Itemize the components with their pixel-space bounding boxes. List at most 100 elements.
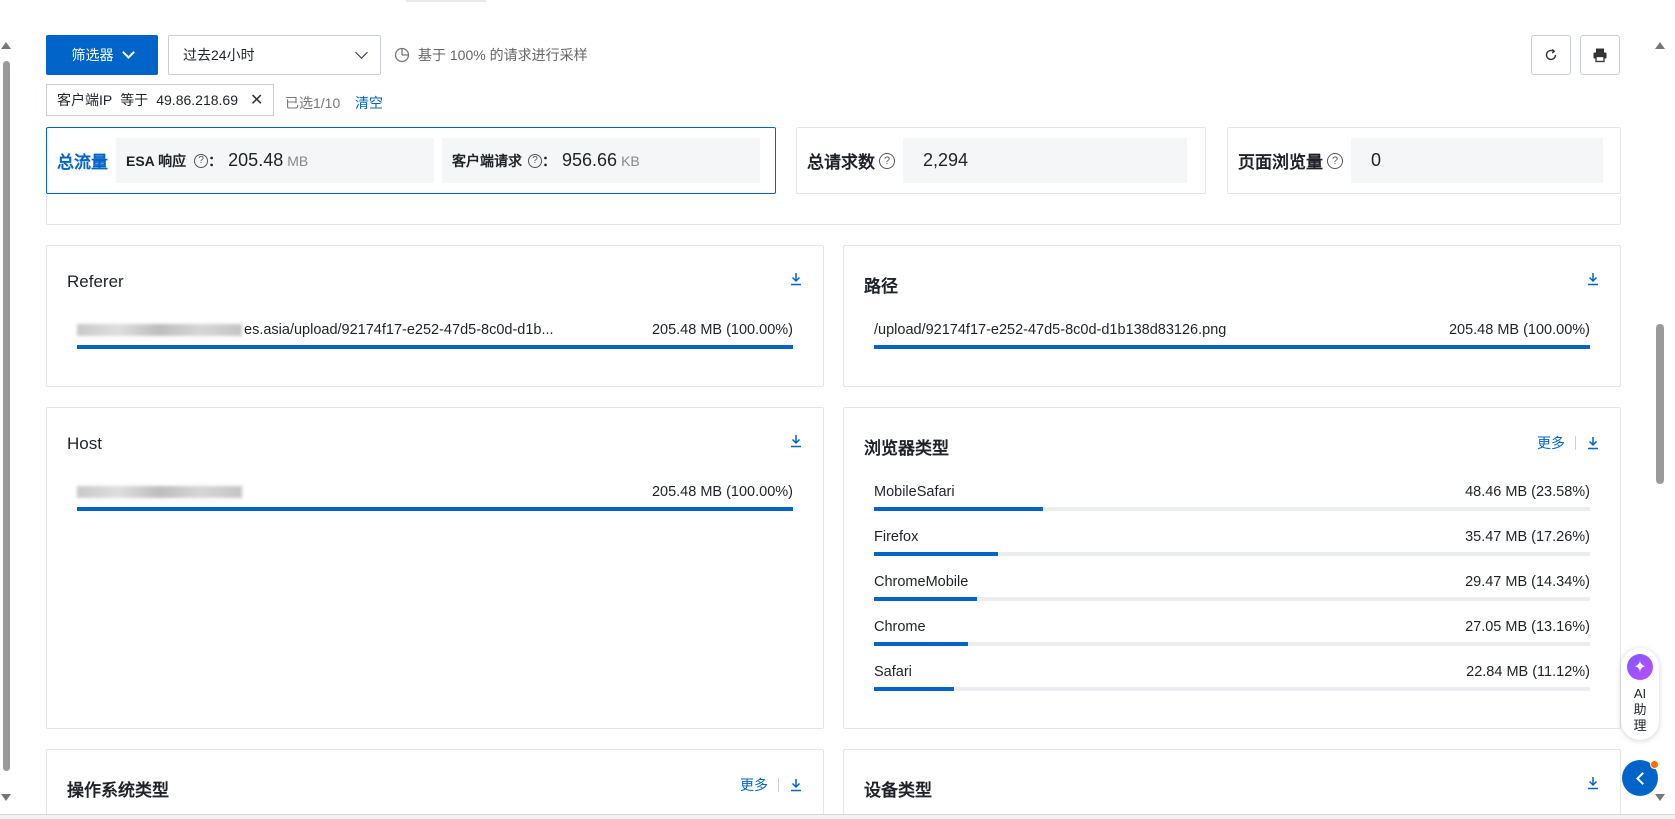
redacted-text xyxy=(77,324,242,337)
download-icon[interactable] xyxy=(1586,271,1600,287)
list-item-value: 205.48 MB (100.00%) xyxy=(651,484,793,500)
progress-fill xyxy=(874,345,1590,349)
list-item[interactable]: 205.48 MB (100.00%) xyxy=(77,484,793,518)
total-traffic-title: 总流量 xyxy=(57,153,108,172)
os-type-panel: 操作系统类型 更多 xyxy=(46,749,824,819)
progress-track xyxy=(874,687,1590,691)
redacted-text xyxy=(77,486,242,499)
download-icon[interactable] xyxy=(1586,775,1600,791)
more-link[interactable]: 更多 xyxy=(740,775,768,795)
list-item-name: Firefox xyxy=(874,529,919,545)
device-type-panel: 设备类型 xyxy=(843,749,1621,819)
filter-field: 客户端IP xyxy=(57,92,113,108)
notification-dot xyxy=(1650,760,1659,769)
progress-track xyxy=(874,345,1590,349)
list-item[interactable]: Chrome 27.05 MB (13.16%) xyxy=(874,619,1590,653)
path-panel: 路径 /upload/92174f17-e252-47d5-8c0d-d1b13… xyxy=(843,245,1621,387)
close-icon[interactable]: ✕ xyxy=(250,90,263,110)
list-item[interactable]: Safari 22.84 MB (11.12%) xyxy=(874,664,1590,698)
browser-type-panel: 浏览器类型 更多 MobileSafari 48.46 MB (23.58%) … xyxy=(843,407,1621,729)
list-item[interactable]: MobileSafari 48.46 MB (23.58%) xyxy=(874,484,1590,518)
filter-value: 49.86.218.69 xyxy=(156,92,238,108)
panel-title: 浏览器类型 xyxy=(864,439,949,458)
progress-track xyxy=(874,597,1590,601)
scroll-down-arrow-icon[interactable] xyxy=(1,794,11,801)
left-scrollbar[interactable] xyxy=(0,36,12,806)
esa-response-value: 205.48 xyxy=(228,150,284,170)
ai-assistant-label: AI助理 xyxy=(1633,686,1647,733)
list-item-name: Safari xyxy=(874,664,912,680)
sparkle-icon: ✦ xyxy=(1627,654,1653,680)
total-traffic-card[interactable]: 总流量 ESA 响应 ? ： 205.48 MB 客户端请求 ? ： 956.6… xyxy=(46,127,776,194)
panel-actions xyxy=(1586,775,1600,791)
progress-fill xyxy=(77,507,793,511)
page-views-box: 0 xyxy=(1351,138,1603,183)
scroll-down-arrow-icon[interactable] xyxy=(1655,794,1665,801)
scroll-up-arrow-icon[interactable] xyxy=(1,42,11,49)
list-item-value: 22.84 MB (11.12%) xyxy=(1466,664,1590,680)
esa-response-unit: MB xyxy=(287,152,309,169)
total-requests-value: 2,294 xyxy=(923,150,969,170)
download-icon[interactable] xyxy=(789,777,803,793)
sampling-note-text: 基于 100% 的请求进行采样 xyxy=(418,47,588,63)
help-icon[interactable]: ? xyxy=(528,153,542,168)
filter-button[interactable]: 筛选器 xyxy=(46,35,158,75)
total-requests-box: 2,294 xyxy=(903,138,1187,183)
list-item-name: /upload/92174f17-e252-47d5-8c0d-d1b138d8… xyxy=(874,322,1227,338)
time-range-value: 过去24小时 xyxy=(183,47,255,63)
more-link[interactable]: 更多 xyxy=(1537,433,1565,453)
help-icon[interactable]: ? xyxy=(879,152,895,169)
divider xyxy=(778,778,779,792)
refresh-button[interactable] xyxy=(1531,35,1571,75)
host-panel: Host 205.48 MB (100.00%) xyxy=(46,407,824,729)
progress-track xyxy=(874,552,1590,556)
panel-title: 路径 xyxy=(864,277,898,296)
list-item-name xyxy=(77,484,244,500)
print-button[interactable] xyxy=(1580,35,1620,75)
help-icon[interactable]: ? xyxy=(194,153,209,168)
page: 筛选器 过去24小时 基于 100% 的请求进行采样 客户端IP 等于 49.8… xyxy=(0,0,1675,819)
panel-actions: 更多 xyxy=(1537,433,1600,453)
bottom-edge xyxy=(0,814,1675,819)
right-scrollbar-thumb[interactable] xyxy=(1656,324,1664,484)
list-item[interactable]: /upload/92174f17-e252-47d5-8c0d-d1b138d8… xyxy=(874,322,1590,356)
colon: ： xyxy=(208,152,223,169)
list-item-name: ChromeMobile xyxy=(874,574,969,590)
progress-fill xyxy=(77,345,793,349)
total-requests-title: 总请求数 ? xyxy=(807,148,895,173)
list-item-name: Chrome xyxy=(874,619,926,635)
panel-title: Referer xyxy=(67,272,124,291)
panel-actions xyxy=(789,271,803,287)
time-range-select[interactable]: 过去24小时 xyxy=(168,35,381,75)
panel-title: 操作系统类型 xyxy=(67,781,169,800)
list-item-value: 35.47 MB (17.26%) xyxy=(1465,529,1590,545)
list-item-value: 29.47 MB (14.34%) xyxy=(1465,574,1590,590)
client-request-box: 客户端请求 ? ： 956.66 KB xyxy=(442,138,760,183)
list-item-name: es.asia/upload/92174f17-e252-47d5-8c0d-d… xyxy=(77,322,554,338)
total-requests-card[interactable]: 总请求数 ? 2,294 xyxy=(796,127,1206,194)
refresh-icon xyxy=(1545,48,1557,61)
help-icon[interactable]: ? xyxy=(1327,152,1343,169)
download-icon[interactable] xyxy=(789,271,803,287)
scroll-up-arrow-icon[interactable] xyxy=(1655,42,1665,49)
list-item-value: 205.48 MB (100.00%) xyxy=(651,322,793,338)
chevron-down-icon xyxy=(121,46,135,59)
list-item[interactable]: ChromeMobile 29.47 MB (14.34%) xyxy=(874,574,1590,608)
download-icon[interactable] xyxy=(789,433,803,449)
page-views-card[interactable]: 页面浏览量 ? 0 xyxy=(1227,127,1621,194)
chevron-down-icon xyxy=(355,46,368,59)
progress-track xyxy=(874,507,1590,511)
download-icon[interactable] xyxy=(1586,435,1600,451)
panel-actions xyxy=(1586,271,1600,287)
left-scrollbar-thumb[interactable] xyxy=(3,61,10,771)
sampling-note: 基于 100% 的请求进行采样 xyxy=(394,45,588,65)
list-item[interactable]: Firefox 35.47 MB (17.26%) xyxy=(874,529,1590,563)
progress-fill xyxy=(874,507,1043,511)
clear-filters-link[interactable]: 清空 xyxy=(355,93,383,113)
progress-track xyxy=(77,345,793,349)
divider xyxy=(1575,436,1576,450)
list-item[interactable]: es.asia/upload/92174f17-e252-47d5-8c0d-d… xyxy=(77,322,793,356)
list-item-name-text: es.asia/upload/92174f17-e252-47d5-8c0d-d… xyxy=(244,322,554,338)
active-filter-tag[interactable]: 客户端IP 等于 49.86.218.69 ✕ xyxy=(46,84,275,116)
ai-assistant-button[interactable]: ✦ AI助理 xyxy=(1621,648,1659,740)
